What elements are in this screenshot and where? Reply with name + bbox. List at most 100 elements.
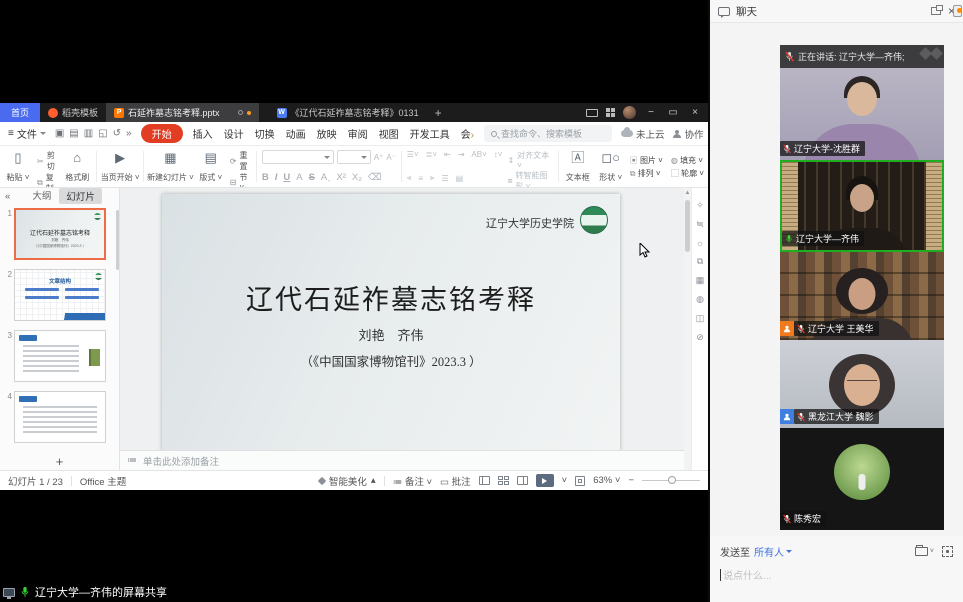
play-current-button[interactable]: ▶ 当页开始 ˅	[102, 149, 138, 184]
output-icon[interactable]: ▤	[69, 128, 78, 139]
copy-button[interactable]: ⧉ 复制	[37, 172, 58, 188]
slide-thumbnail-3[interactable]	[14, 330, 106, 382]
video-tile[interactable]: 黑龙江大学 魏影	[780, 340, 944, 428]
add-slide-button[interactable]: +	[0, 452, 119, 473]
slideshow-play-button[interactable]	[536, 474, 554, 487]
align-right-icon[interactable]: ⫸	[430, 173, 435, 183]
menu-start-active[interactable]: 开始	[141, 124, 183, 143]
font-size-combo[interactable]	[337, 150, 371, 164]
video-tile[interactable]: 辽宁大学-沈胜群	[780, 68, 944, 160]
fill-button[interactable]: ◍ 填充 ˅	[671, 155, 704, 166]
video-tile[interactable]: 辽宁大学 王美华	[780, 252, 944, 340]
number-list-icon[interactable]: ≣˅	[426, 150, 437, 159]
zoom-slider[interactable]	[642, 480, 700, 481]
align-center-icon[interactable]: ≡	[418, 174, 423, 183]
section-button[interactable]: ⊟ 节 ˅	[230, 172, 251, 188]
close-button[interactable]: ×	[688, 107, 702, 118]
more-icon[interactable]: »	[126, 128, 132, 139]
arrange-button[interactable]: ⧉ 排列 ˅	[630, 168, 663, 179]
resource-icon[interactable]: ◍	[696, 294, 704, 305]
thumbs-scrollbar[interactable]	[116, 210, 119, 270]
interface-mode-icon[interactable]	[586, 109, 598, 117]
superscript-icon[interactable]: X²	[336, 172, 346, 183]
scrollbar-thumb[interactable]	[685, 200, 690, 252]
sorter-view-icon[interactable]	[498, 476, 509, 485]
reading-icon[interactable]: ◫	[696, 313, 705, 324]
zoom-out-icon[interactable]: −	[628, 475, 634, 486]
new-tab-button[interactable]: +	[427, 103, 450, 122]
video-tile[interactable]: 陈秀宏	[780, 428, 944, 530]
format-painter-button[interactable]: ⌂ 格式刷	[63, 149, 91, 184]
account-avatar[interactable]	[623, 106, 636, 119]
font-decrease-icon[interactable]: A⁻	[386, 153, 396, 162]
notes-toggle[interactable]: ≔ 备注 ˅	[393, 474, 432, 488]
print-icon[interactable]: ▥	[84, 128, 93, 139]
paste-button[interactable]: ▯ 粘贴 ˅	[4, 149, 32, 184]
collapse-panel-icon[interactable]: «	[5, 191, 10, 202]
menu-design[interactable]: 设计	[223, 126, 245, 141]
canvas-scrollbar[interactable]: ▲	[684, 188, 691, 470]
font-increase-icon[interactable]: A⁺	[374, 153, 384, 162]
smart-graphic-button[interactable]: ⧈ 转智能图形 ˅	[507, 170, 552, 188]
tab-outline[interactable]: 大纲	[32, 188, 51, 204]
menu-animation[interactable]: 动画	[285, 126, 307, 141]
slides-pane-icon[interactable]: ⧉	[697, 256, 703, 267]
indent-right-icon[interactable]: ⇥	[458, 150, 465, 159]
clear-format-icon[interactable]: ⌫	[368, 172, 381, 183]
beautify-button[interactable]: 智能美化 ▴	[319, 474, 376, 488]
font-color-icon[interactable]: A	[296, 172, 302, 183]
video-tile-active[interactable]: 辽宁大学—齐伟	[780, 160, 944, 252]
zoom-knob[interactable]	[668, 476, 676, 484]
theme-name[interactable]: Office 主题	[80, 474, 126, 488]
play-dropdown-icon[interactable]: ˅	[562, 475, 568, 486]
message-input[interactable]: 说点什么...	[710, 559, 963, 590]
beautify-icon[interactable]: ☼	[696, 238, 704, 248]
menu-member[interactable]: 会›	[460, 126, 475, 141]
bold-icon[interactable]: B	[262, 172, 269, 183]
indent-left-icon[interactable]: ⇤	[444, 150, 451, 159]
underline-icon[interactable]: U	[283, 172, 290, 183]
menu-slideshow[interactable]: 放映	[316, 126, 338, 141]
picture-button[interactable]: ▣ 图片 ˅	[630, 155, 663, 166]
outline-button[interactable]: ▢ 轮廓 ˅	[671, 168, 704, 179]
strikethrough-icon[interactable]: S	[309, 172, 315, 183]
send-to-selector[interactable]: 所有人	[754, 544, 792, 559]
bullet-list-icon[interactable]: ☰˅	[407, 150, 419, 159]
apps-grid-icon[interactable]	[606, 108, 615, 117]
reading-view-icon[interactable]	[517, 476, 528, 485]
menu-insert[interactable]: 插入	[192, 126, 214, 141]
subscript-icon[interactable]: X₂	[352, 172, 362, 183]
cut-button[interactable]: ✂ 剪切	[37, 150, 58, 172]
menu-file[interactable]: ≡ 文件	[8, 126, 46, 141]
file-button[interactable]: ˅	[915, 547, 934, 556]
zoom-level[interactable]: 63% ˅	[593, 475, 620, 486]
preview-icon[interactable]: ◱	[98, 128, 107, 139]
align-text-button[interactable]: ⇕ 对齐文本 ˅	[507, 150, 552, 170]
cloud-status[interactable]: 未上云	[621, 127, 665, 141]
fit-window-icon[interactable]	[575, 476, 585, 486]
slide-canvas[interactable]: 辽宁大学历史学院 辽代石延祚墓志铭考释 刘艳 齐伟 （《中国国家博物馆刊》202…	[120, 188, 684, 450]
slide-thumbnail-2[interactable]: 文章结构	[14, 269, 106, 321]
highlight-icon[interactable]: A˯	[321, 172, 331, 183]
slide-thumbnail-1[interactable]: 辽代石延祚墓志铭考释 刘艳 齐伟 （《中国国家博物馆刊》2023.3 ）	[14, 208, 106, 260]
reset-button[interactable]: ⟳ 重置	[230, 150, 251, 172]
notes-bar[interactable]: ≔ 单击此处添加备注	[120, 450, 684, 470]
line-spacing-icon[interactable]: ↕˅	[494, 150, 503, 159]
menu-devtools[interactable]: 开发工具	[409, 126, 451, 141]
screenshot-icon[interactable]	[942, 546, 953, 557]
layout-button[interactable]: ▤ 版式 ˅	[197, 149, 225, 184]
textbox-button[interactable]: 🄰 文本框	[564, 149, 592, 184]
tab-home[interactable]: 首页	[0, 103, 40, 122]
current-slide[interactable]: 辽宁大学历史学院 辽代石延祚墓志铭考释 刘艳 齐伟 （《中国国家博物馆刊》202…	[162, 194, 620, 450]
insert-slide-icon[interactable]: ▦	[696, 275, 705, 286]
slide-thumbnail-4[interactable]	[14, 391, 106, 443]
italic-icon[interactable]: I	[275, 172, 278, 183]
font-family-combo[interactable]	[262, 150, 334, 164]
shape-button[interactable]: ◻○ 形状 ˅	[597, 149, 625, 184]
tab-document[interactable]: W 《辽代石延祚墓志铭考释》0131	[269, 103, 427, 122]
normal-view-icon[interactable]	[479, 476, 490, 485]
distribute-icon[interactable]: ▤	[456, 174, 464, 183]
menu-review[interactable]: 审阅	[347, 126, 369, 141]
popout-icon[interactable]	[931, 7, 941, 15]
tab-presentation-active[interactable]: P 石延祚墓志铭考释.pptx	[106, 103, 259, 122]
